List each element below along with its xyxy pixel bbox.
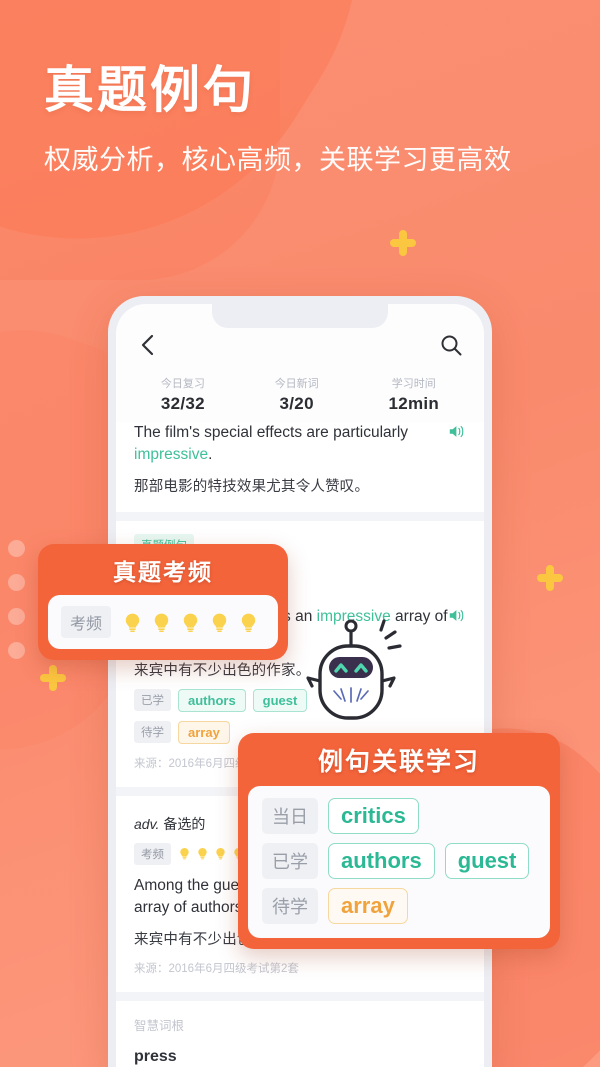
callout-kaopin-body: 考频 — [48, 595, 278, 649]
kaopin-bulbs — [122, 612, 259, 633]
decor-dot — [8, 608, 25, 625]
bulb-icon — [209, 612, 230, 633]
decor-dot — [8, 642, 25, 659]
related-row-learned: 已学 authors guest — [262, 843, 536, 879]
bulb-icon — [214, 847, 227, 860]
related-word-chip[interactable]: authors — [328, 843, 435, 879]
bulb-icon — [122, 612, 143, 633]
definition-text: 备选的 — [163, 815, 206, 832]
word-root-section: 智慧词根 press 查看 拉丁 | 表“压力，向……人试压” — [116, 1000, 484, 1067]
word-chip[interactable]: array — [178, 720, 230, 744]
kaopin-label: 考频 — [134, 842, 171, 865]
speaker-icon[interactable] — [448, 424, 466, 446]
phone-notch — [212, 304, 388, 328]
related-word-chip[interactable]: array — [328, 888, 408, 924]
related-word-chip[interactable]: critics — [328, 798, 419, 834]
bulb-icon — [180, 612, 201, 633]
bulb-icon — [238, 612, 259, 633]
example-english-suffix: . — [208, 446, 213, 464]
callout-related-learning: 例句关联学习 当日 critics 已学 authors guest 待学 ar… — [238, 733, 560, 949]
promo-heading-block: 真题例句 权威分析，核心高频，关联学习更高效 — [44, 62, 512, 177]
example-english-prefix: The film's special effects are particula… — [134, 424, 409, 441]
stat-value: 3/20 — [279, 393, 314, 413]
stat-label: 今日复习 — [160, 378, 205, 390]
callout-related-title: 例句关联学习 — [317, 748, 480, 776]
decor-dot — [8, 540, 25, 557]
page-subtitle: 权威分析，核心高频，关联学习更高效 — [44, 145, 512, 175]
related-row-label: 当日 — [262, 798, 318, 834]
bulb-icon — [151, 612, 172, 633]
word-tag-label: 待学 — [134, 721, 171, 744]
bulb-icon — [196, 847, 209, 860]
related-word-chip[interactable]: guest — [444, 843, 530, 879]
stat-item-new-words: 今日新词 3/20 — [275, 376, 319, 414]
decor-dot-column — [8, 540, 25, 676]
kaopin-label: 考频 — [61, 606, 112, 638]
related-row-today: 当日 critics — [262, 798, 536, 834]
page-title: 真题例句 — [44, 62, 256, 118]
callout-related-body: 当日 critics 已学 authors guest 待学 array — [248, 786, 550, 938]
search-icon[interactable] — [438, 332, 464, 358]
speaker-icon[interactable] — [448, 608, 466, 630]
chevron-left-icon[interactable] — [136, 332, 162, 358]
related-row-label: 待学 — [262, 888, 318, 924]
app-navbar — [116, 328, 484, 368]
related-row-label: 已学 — [262, 843, 318, 879]
example-card-top: The film's special effects are particula… — [116, 422, 484, 512]
related-row-todo: 待学 array — [262, 888, 536, 924]
bulb-icon — [178, 847, 191, 860]
decor-cross-icon — [40, 665, 66, 691]
stat-item-review: 今日复习 32/32 — [161, 376, 205, 414]
callout-kaopin-title: 真题考频 — [113, 559, 213, 585]
robot-mascot-icon — [296, 616, 406, 736]
stat-item-study-time: 学习时间 12min — [388, 376, 439, 414]
decor-cross-icon — [390, 230, 416, 256]
stat-value: 12min — [388, 393, 440, 413]
example-english-highlight: impressive — [134, 446, 209, 464]
word-tag-label: 已学 — [134, 689, 171, 712]
stat-label: 今日新词 — [274, 378, 319, 390]
stat-label: 学习时间 — [391, 378, 436, 390]
example-source: 来源：2016年6月四级考试第2套 — [134, 962, 299, 975]
example-english: The film's special effects are particula… — [134, 422, 466, 467]
example-chinese: 那部电影的特技效果尤其令人赞叹。 — [134, 478, 370, 495]
decor-dot — [8, 574, 25, 591]
word-chip[interactable]: authors — [178, 688, 246, 712]
stat-value: 32/32 — [160, 393, 205, 413]
study-stats-row: 今日复习 32/32 今日新词 3/20 学习时间 12min — [116, 376, 484, 414]
decor-cross-icon — [537, 565, 563, 591]
word-root-title: 智慧词根 — [134, 1018, 185, 1033]
callout-kaopin: 真题考频 考频 — [38, 544, 288, 660]
part-of-speech: adv. — [134, 815, 160, 832]
